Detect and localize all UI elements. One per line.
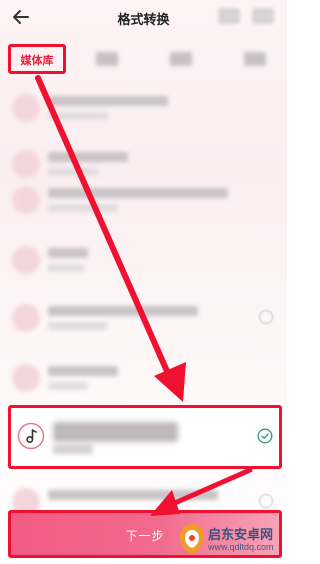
tab-media-library[interactable]: 媒体库 <box>8 44 66 74</box>
file-name-redacted <box>48 306 198 316</box>
file-thumbnail <box>12 94 40 122</box>
watermark-logo-icon <box>180 524 204 554</box>
file-name-redacted <box>48 366 118 376</box>
select-circle-icon[interactable] <box>259 310 273 324</box>
file-name-redacted <box>48 152 128 162</box>
watermark-title: 启东安卓网 <box>208 528 274 543</box>
page-title: 格式转换 <box>117 12 170 27</box>
file-thumbnail <box>12 304 40 332</box>
tab-redacted[interactable] <box>96 52 118 66</box>
header-action-redacted[interactable] <box>218 8 240 24</box>
music-note-icon <box>17 422 45 450</box>
file-meta-redacted <box>48 322 108 330</box>
header-action-redacted[interactable] <box>252 8 274 24</box>
file-meta-redacted <box>48 382 88 390</box>
file-name-redacted <box>48 248 88 258</box>
watermark-url: www.qdltdq.com <box>208 542 274 552</box>
file-meta-redacted <box>48 264 84 272</box>
selected-audio-item[interactable] <box>8 405 282 469</box>
file-name-redacted <box>53 422 178 442</box>
list-item[interactable] <box>0 290 287 346</box>
check-circle-icon[interactable] <box>257 428 273 444</box>
list-item[interactable] <box>0 232 287 288</box>
file-meta-redacted <box>48 112 108 120</box>
file-name-redacted <box>48 96 168 106</box>
select-circle-icon[interactable] <box>259 494 273 508</box>
format-convert-screen: 格式转换 媒体库 下一步 启东安卓网 www.qdltdq.com <box>0 0 287 564</box>
tab-redacted[interactable] <box>170 52 192 66</box>
file-thumbnail <box>12 364 40 392</box>
list-item[interactable] <box>0 172 287 228</box>
tab-media-library-label: 媒体库 <box>20 55 54 67</box>
file-name-redacted <box>48 490 218 500</box>
list-item[interactable] <box>0 350 287 406</box>
file-meta-redacted <box>53 444 93 454</box>
tab-redacted[interactable] <box>244 52 266 66</box>
file-name-redacted <box>48 188 228 198</box>
file-thumbnail <box>12 186 40 214</box>
header: 格式转换 <box>0 0 287 38</box>
file-meta-redacted <box>48 204 118 212</box>
file-thumbnail <box>12 246 40 274</box>
site-watermark: 启东安卓网 www.qdltdq.com <box>174 520 284 560</box>
tab-bar: 媒体库 <box>0 38 287 78</box>
list-item[interactable] <box>0 80 287 136</box>
